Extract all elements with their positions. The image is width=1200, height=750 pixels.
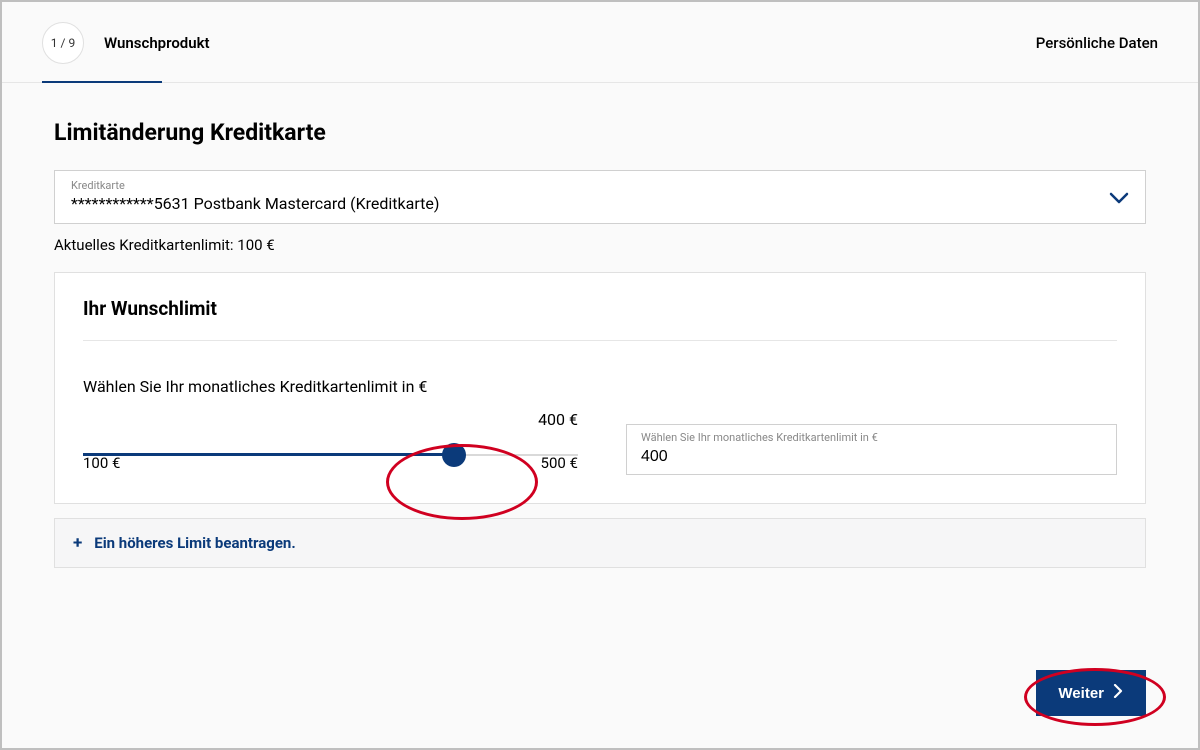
higher-limit-expander[interactable]: + Ein höheres Limit beantragen.	[54, 518, 1146, 568]
current-limit-text: Aktuelles Kreditkartenlimit: 100 €	[54, 236, 1146, 254]
next-button-label: Weiter	[1058, 685, 1104, 702]
slider-min-label: 100 €	[83, 454, 120, 472]
slider-track[interactable]	[83, 442, 578, 468]
slider-row: 400 € 100 € 500 € Wählen Sie Ihr monatli…	[83, 418, 1117, 475]
step-next-label[interactable]: Persönliche Daten	[1036, 34, 1158, 52]
wunschlimit-panel: Ihr Wunschlimit Wählen Sie Ihr monatlich…	[54, 272, 1146, 504]
slider-value-label: 400 €	[538, 410, 578, 429]
slider-thumb[interactable]	[442, 443, 466, 467]
card-select-inner: Kreditkarte ************5631 Postbank Ma…	[71, 179, 439, 213]
next-button[interactable]: Weiter	[1036, 670, 1146, 716]
limit-input[interactable]	[641, 448, 1102, 466]
card-select[interactable]: Kreditkarte ************5631 Postbank Ma…	[54, 170, 1146, 224]
stepper-bar: 1 / 9 Wunschprodukt Persönliche Daten	[2, 2, 1198, 83]
step-indicator: 1 / 9	[42, 22, 84, 64]
content-area: Limitänderung Kreditkarte Kreditkarte **…	[2, 83, 1198, 568]
step-current-label: Wunschprodukt	[104, 34, 210, 52]
progress-strip	[42, 81, 162, 83]
page-title: Limitänderung Kreditkarte	[54, 119, 1146, 146]
slider-track-fill	[83, 453, 454, 456]
card-select-label: Kreditkarte	[71, 179, 439, 192]
limit-input-wrap[interactable]: Wählen Sie Ihr monatliches Kreditkartenl…	[626, 424, 1117, 475]
app-frame: 1 / 9 Wunschprodukt Persönliche Daten Li…	[0, 0, 1200, 750]
plus-icon: +	[73, 533, 82, 553]
slider-max-label: 500 €	[541, 454, 578, 472]
card-select-value: ************5631 Postbank Mastercard (Kr…	[71, 194, 439, 213]
panel-title: Ihr Wunschlimit	[83, 297, 1117, 320]
step-count: 1 / 9	[51, 36, 75, 50]
footer-actions: Weiter	[1036, 670, 1146, 716]
limit-input-label: Wählen Sie Ihr monatliches Kreditkartenl…	[641, 431, 1102, 444]
expander-text: Ein höheres Limit beantragen.	[94, 534, 295, 552]
chevron-down-icon	[1109, 190, 1129, 213]
panel-divider	[83, 340, 1117, 341]
stepper-left: 1 / 9 Wunschprodukt	[42, 22, 210, 64]
limit-slider[interactable]: 400 € 100 € 500 €	[83, 418, 578, 468]
panel-prompt: Wählen Sie Ihr monatliches Kreditkartenl…	[83, 377, 1117, 396]
chevron-right-icon	[1112, 684, 1124, 702]
